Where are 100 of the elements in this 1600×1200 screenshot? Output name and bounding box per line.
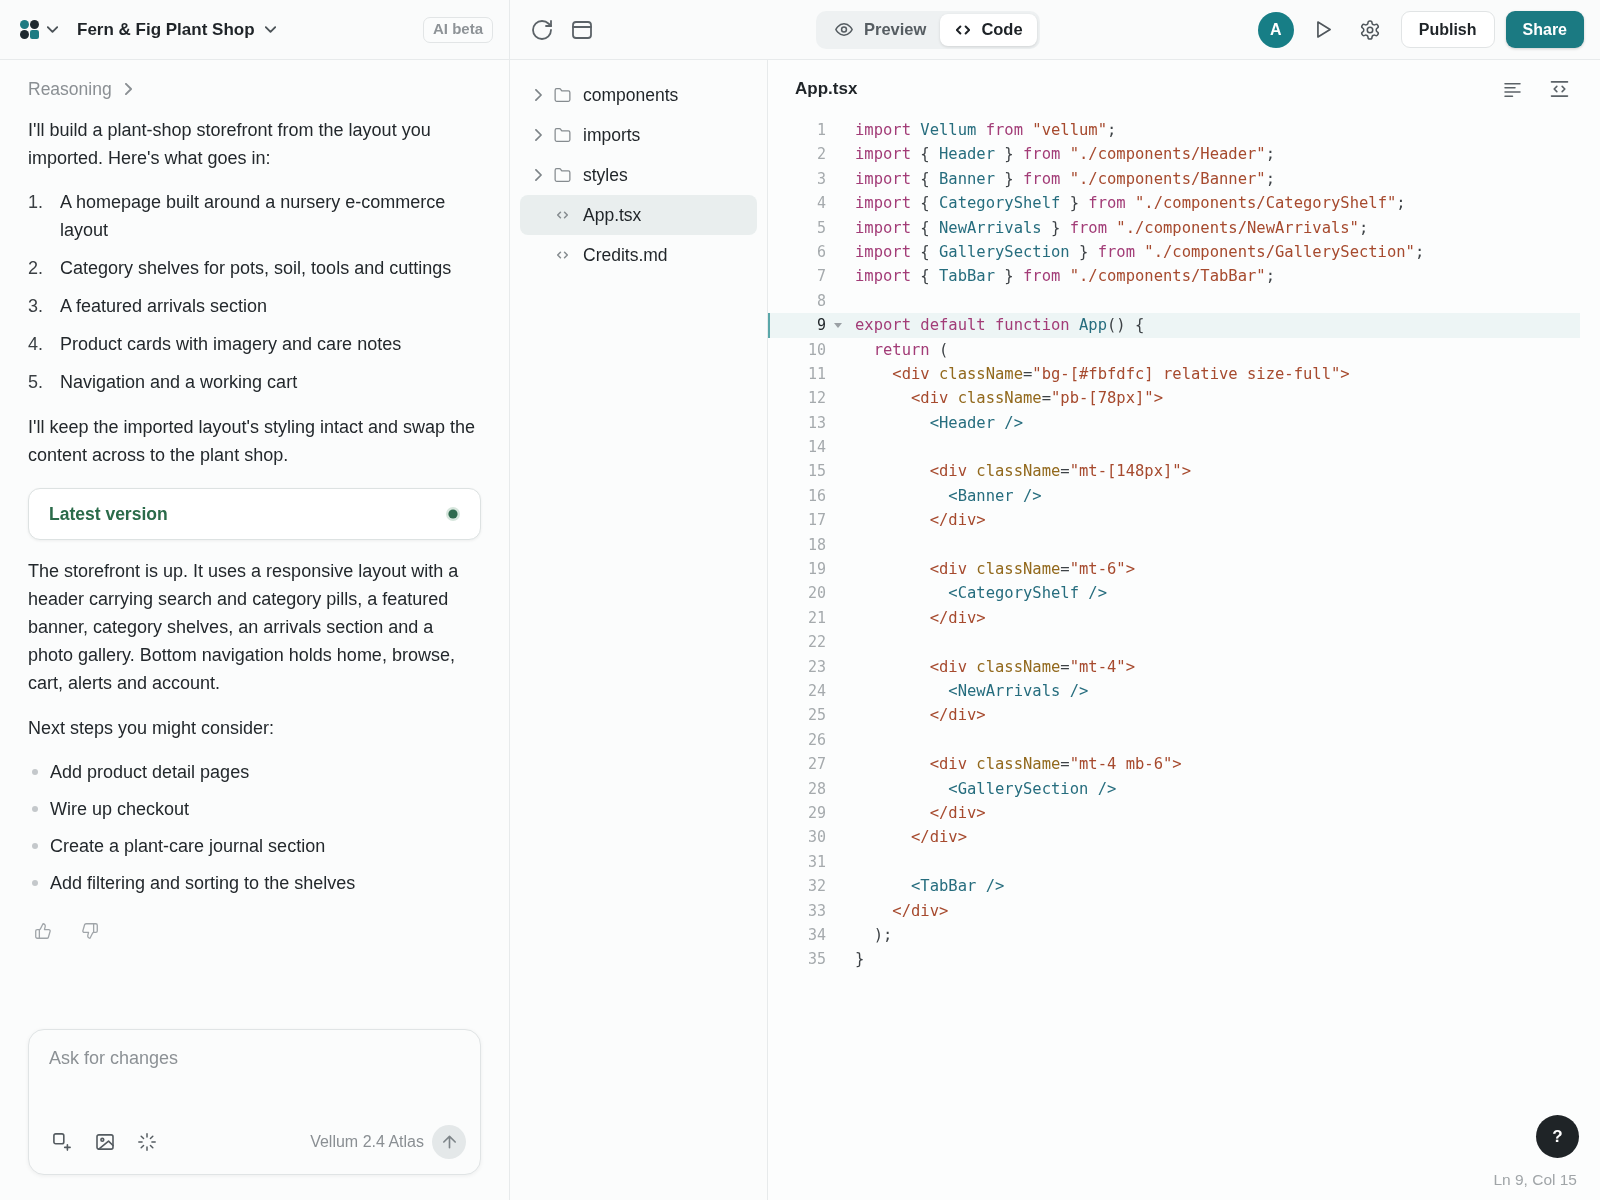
- line-number: 32: [806, 876, 826, 898]
- beta-badge: AI beta: [423, 16, 493, 43]
- line-number: 26: [806, 729, 826, 751]
- bullet-icon: [32, 806, 38, 812]
- browser-window-icon[interactable]: [572, 20, 592, 39]
- code-line: import { CategoryShelf } from "./components/CategoryShelf";: [855, 193, 1406, 215]
- line-number: 5: [815, 217, 826, 239]
- logo-icon[interactable]: [20, 20, 39, 39]
- list-item-text: Wire up checkout: [50, 798, 190, 821]
- version-card[interactable]: Latest version: [28, 488, 481, 540]
- chevron-right-icon[interactable]: [534, 169, 542, 181]
- refresh-icon[interactable]: [532, 19, 552, 40]
- image-icon[interactable]: [96, 1134, 114, 1150]
- code-line: import { GallerySection } from "./components/GallerySection";: [855, 241, 1425, 263]
- text-lines-icon[interactable]: [1504, 81, 1521, 97]
- line-number: 35: [806, 949, 826, 971]
- line-number: 10: [806, 339, 826, 361]
- list-item-text: Product cards with imagery and care notes: [60, 333, 402, 356]
- file-name: App.tsx: [795, 78, 858, 101]
- bullet-icon: [32, 880, 38, 886]
- code-icon: [557, 211, 568, 219]
- message-input[interactable]: Ask for changes: [29, 1030, 480, 1090]
- list-item-text: A homepage built around a nursery e-commerce layout: [60, 191, 447, 242]
- code-line: import { NewArrivals } from "./components/NewArrivals";: [855, 217, 1369, 239]
- bullet-icon: [32, 769, 38, 775]
- line-number: 34: [806, 924, 826, 946]
- list-item-text: Add filtering and sorting to the shelves: [50, 872, 356, 895]
- square-plus-icon[interactable]: [53, 1133, 71, 1151]
- bullet-icon: [32, 843, 38, 849]
- publish-button[interactable]: Publish: [1400, 11, 1495, 48]
- code-icon: [956, 24, 971, 35]
- line-number: 6: [815, 241, 826, 263]
- code-line: <GallerySection />: [948, 778, 1117, 800]
- thumbs-up-icon[interactable]: [35, 923, 51, 939]
- settings-icon[interactable]: [1359, 19, 1380, 40]
- file-tree-item[interactable]: components: [520, 75, 757, 115]
- help-button[interactable]: ?: [1536, 1115, 1579, 1158]
- code-line: return (: [873, 339, 949, 361]
- code-line: </div>: [929, 510, 986, 532]
- code-line: <NewArrivals />: [948, 681, 1089, 702]
- thumbs-down-icon[interactable]: [82, 923, 98, 939]
- line-number: 14: [806, 437, 826, 459]
- list-item-text: Add product detail pages: [50, 761, 250, 784]
- list-number: 3.: [28, 295, 44, 318]
- file-tree-item[interactable]: styles: [520, 155, 757, 195]
- line-number: 17: [806, 510, 826, 532]
- code-line: </div>: [929, 607, 986, 629]
- message-text: I'll keep the imported layout's styling intact and swap the content across to the plant shop.: [28, 416, 477, 467]
- chevron-right-icon[interactable]: [534, 89, 542, 101]
- code-line: import Vellum from "vellum";: [855, 120, 1117, 141]
- code-line: <div className="pb-[78px]">: [911, 388, 1163, 410]
- view-tab[interactable]: Preview: [819, 13, 941, 46]
- code-line: <Banner />: [948, 485, 1042, 507]
- line-number: 24: [806, 681, 826, 702]
- line-number: 2: [815, 144, 826, 166]
- line-number: 33: [806, 900, 826, 922]
- play-icon[interactable]: [1316, 21, 1331, 38]
- list-number: 1.: [28, 191, 44, 214]
- arrow-up-icon: [442, 1135, 456, 1149]
- list-item-text: Category shelves for pots, soil, tools and cuttings: [60, 257, 452, 280]
- line-number: 13: [806, 412, 826, 434]
- line-number: 19: [806, 559, 826, 581]
- project-title-button[interactable]: Fern & Fig Plant Shop: [77, 16, 276, 43]
- list-item-text: A featured arrivals section: [60, 295, 268, 318]
- code-line: }: [855, 949, 865, 971]
- line-number: 7: [815, 266, 826, 288]
- code-line: import { TabBar } from "./components/TabBar";: [855, 266, 1275, 288]
- view-tab[interactable]: Code: [940, 13, 1037, 46]
- list-number: 4.: [28, 333, 44, 356]
- line-number: 27: [806, 754, 826, 776]
- code-icon: [557, 251, 568, 259]
- eye-icon: [835, 23, 853, 36]
- chevron-right-icon[interactable]: [534, 129, 542, 141]
- share-button[interactable]: Share: [1505, 11, 1584, 48]
- line-number: 4: [815, 193, 826, 215]
- code-line: </div>: [929, 705, 986, 727]
- line-number: 29: [806, 802, 826, 824]
- line-number: 20: [806, 583, 826, 605]
- code-line: import { Banner } from "./components/Banner";: [855, 168, 1275, 190]
- code-line: <div className="bg-[#fbfdfc] relative size-full">: [892, 363, 1350, 385]
- file-tree-item[interactable]: imports: [520, 115, 757, 155]
- file-tree-item[interactable]: Credits.md: [520, 235, 757, 275]
- line-number: 11: [806, 363, 826, 385]
- avatar[interactable]: A: [1257, 11, 1294, 48]
- line-number: 25: [806, 705, 826, 727]
- list-item-text: Create a plant-care journal section: [50, 835, 326, 858]
- line-number: 12: [806, 388, 826, 410]
- line-number: 22: [806, 632, 826, 654]
- code-panel-icon[interactable]: [1550, 81, 1569, 97]
- spinner-icon[interactable]: [138, 1133, 156, 1151]
- folder-icon: [554, 168, 571, 182]
- code-line: <TabBar />: [911, 876, 1005, 898]
- line-number: 18: [806, 534, 826, 556]
- message-text: I'll build a plant-shop storefront from the layout you imported. Here's what goes in:: [28, 119, 432, 170]
- code-line: <div className="mt-4 mb-6">: [929, 754, 1182, 776]
- line-number: 21: [806, 607, 826, 629]
- chevron-down-icon[interactable]: [47, 26, 58, 33]
- folder-icon: [554, 128, 571, 142]
- send-button[interactable]: [432, 1125, 466, 1159]
- file-tree-item[interactable]: App.tsx: [520, 195, 757, 235]
